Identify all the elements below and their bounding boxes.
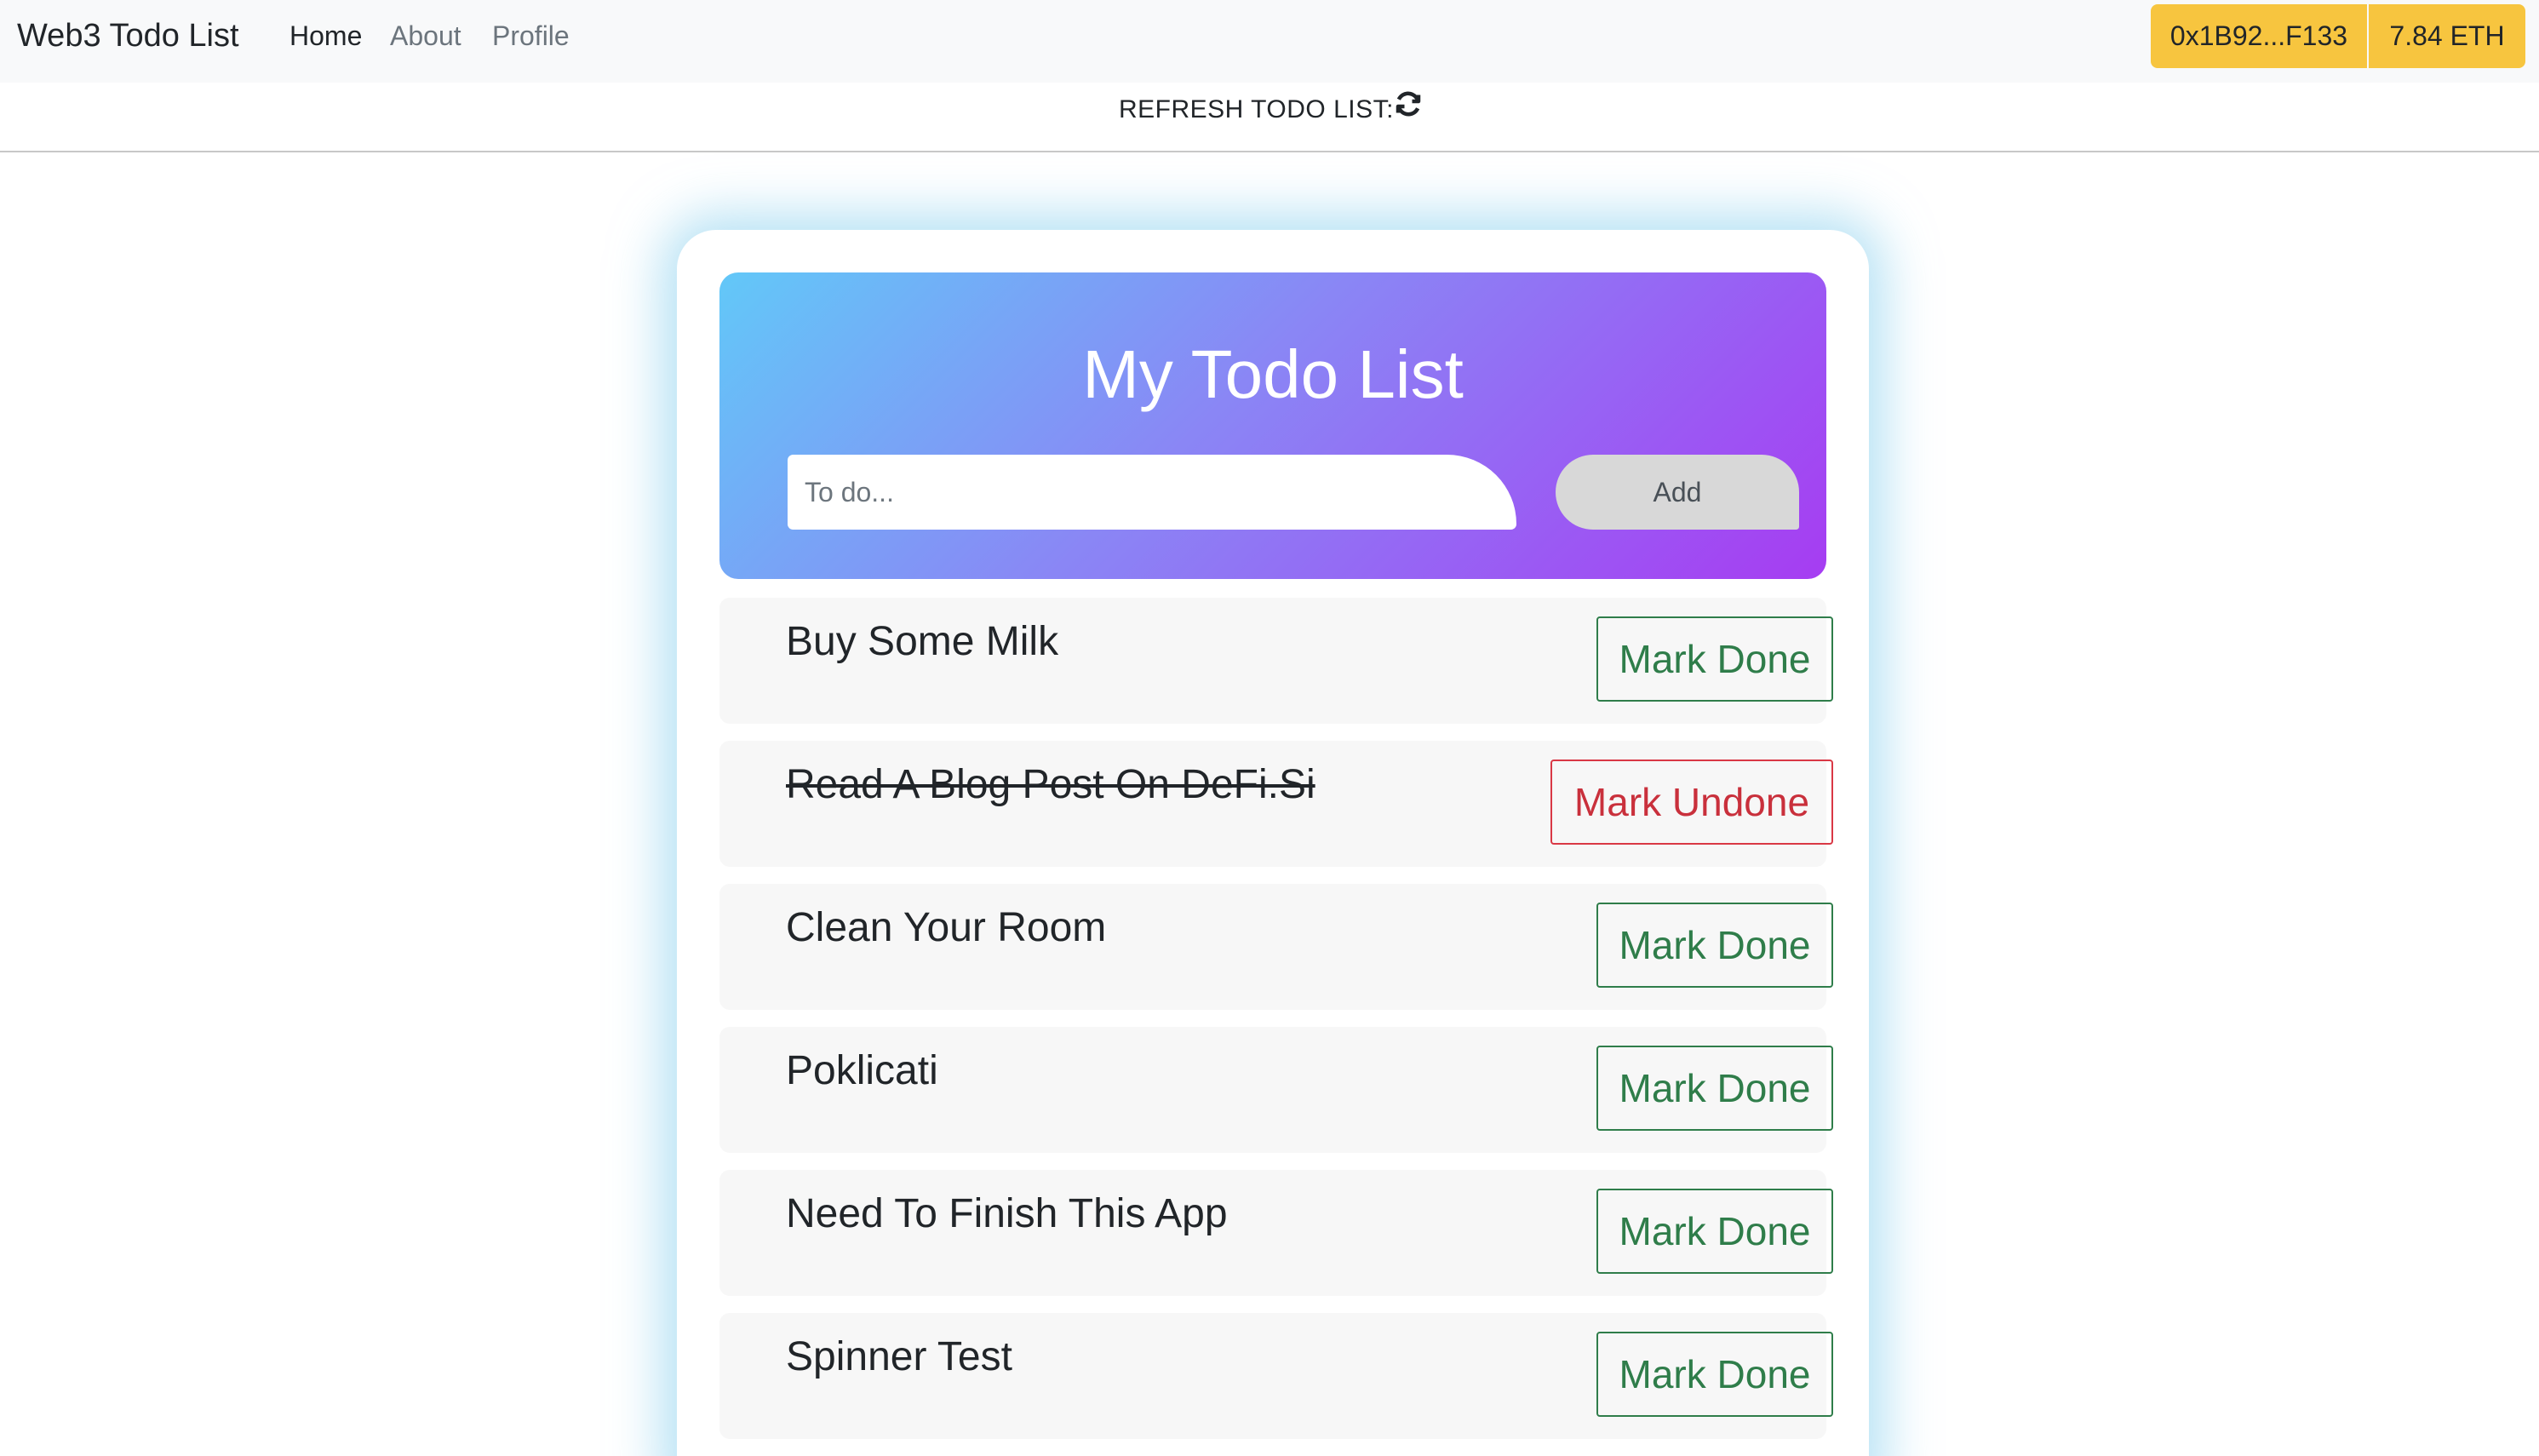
wallet-address-button[interactable]: 0x1B92...F133	[2151, 4, 2367, 68]
page-title: My Todo List	[1082, 336, 1464, 412]
refresh-icon[interactable]	[1393, 89, 1424, 119]
todo-item: Buy Some Milk Mark Done	[719, 598, 1833, 724]
refresh-label: REFRESH TODO LIST:	[1119, 95, 1394, 123]
navbar: Web3 Todo List Home About Profile 0x1B92…	[0, 0, 2539, 83]
todo-item: Poklicati Mark Done	[719, 1027, 1833, 1153]
mark-done-button[interactable]: Mark Done	[1596, 903, 1833, 988]
eth-balance-badge[interactable]: 7.84 ETH	[2369, 4, 2525, 68]
nav-link-profile[interactable]: Profile	[492, 19, 570, 53]
todo-item: Clean Your Room Mark Done	[719, 884, 1833, 1010]
mark-undone-button[interactable]: Mark Undone	[1550, 760, 1833, 845]
nav-link-home[interactable]: Home	[289, 19, 362, 53]
todo-input[interactable]	[788, 455, 1516, 530]
todo-text: Poklicati	[786, 1048, 938, 1093]
mark-done-button[interactable]: Mark Done	[1596, 1189, 1833, 1274]
todo-text: Read A Blog Post On DeFi.Si	[786, 762, 1315, 807]
todo-item: Need To Finish This App Mark Done	[719, 1170, 1833, 1296]
todo-text: Buy Some Milk	[786, 619, 1059, 664]
mark-done-button[interactable]: Mark Done	[1596, 1046, 1833, 1131]
brand-title[interactable]: Web3 Todo List	[17, 15, 239, 56]
todo-text: Clean Your Room	[786, 905, 1107, 950]
nav-link-about[interactable]: About	[390, 19, 461, 53]
refresh-bar: REFRESH TODO LIST:	[0, 83, 2539, 152]
mark-done-button[interactable]: Mark Done	[1596, 1332, 1833, 1417]
todo-text: Need To Finish This App	[786, 1191, 1228, 1236]
todo-item: Spinner Test Mark Done	[719, 1313, 1833, 1439]
add-button[interactable]: Add	[1556, 455, 1799, 530]
todo-header: My Todo List Add	[719, 272, 1826, 579]
todo-item: Read A Blog Post On DeFi.Si Mark Undone	[719, 741, 1833, 867]
mark-done-button[interactable]: Mark Done	[1596, 616, 1833, 702]
todo-card: My Todo List Add Buy Some Milk Mark Done…	[677, 230, 1869, 1456]
todo-text: Spinner Test	[786, 1334, 1012, 1379]
